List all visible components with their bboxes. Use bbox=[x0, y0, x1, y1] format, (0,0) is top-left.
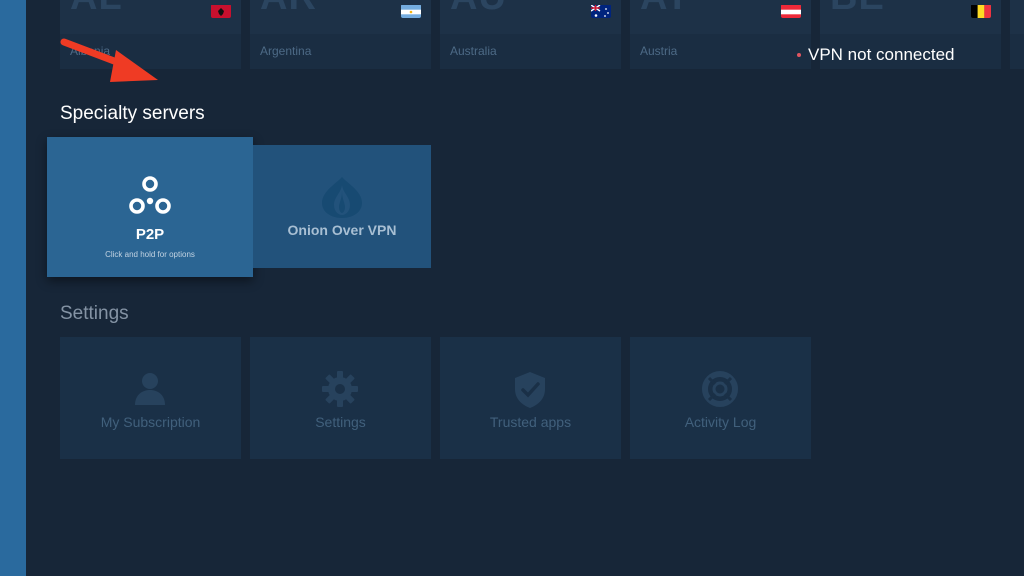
trusted-apps-label: Trusted apps bbox=[489, 414, 572, 430]
albania-flag-icon bbox=[211, 4, 231, 18]
p2p-icon bbox=[127, 175, 173, 221]
austria-flag-icon bbox=[781, 4, 801, 18]
vpn-status-text: VPN not connected bbox=[808, 45, 955, 64]
country-tile-partial[interactable] bbox=[1010, 0, 1024, 69]
australia-flag-icon bbox=[591, 4, 611, 18]
p2p-label: P2P bbox=[135, 226, 165, 243]
onion-icon bbox=[319, 175, 365, 223]
country-name-band bbox=[1010, 34, 1024, 69]
argentina-flag-icon bbox=[401, 4, 421, 18]
country-code: AR bbox=[260, 0, 317, 19]
country-code: AU bbox=[450, 0, 507, 19]
my-subscription-label: My Subscription bbox=[100, 414, 201, 430]
country-code: AT bbox=[640, 0, 690, 19]
settings-label: Settings bbox=[315, 414, 366, 430]
onion-over-vpn-label: Onion Over VPN bbox=[287, 222, 397, 238]
specialty-servers-title: Specialty servers bbox=[60, 103, 205, 124]
settings-section-title: Settings bbox=[60, 303, 129, 324]
activity-log-tile[interactable]: Activity Log bbox=[630, 337, 811, 459]
activity-log-label: Activity Log bbox=[684, 414, 757, 430]
annotation-arrow-icon bbox=[60, 38, 158, 82]
country-tile-austria[interactable]: AT Austria bbox=[630, 0, 811, 69]
vpn-status: VPN not connected bbox=[797, 45, 954, 65]
trusted-apps-tile[interactable]: Trusted apps bbox=[440, 337, 621, 459]
country-code: AL bbox=[70, 0, 123, 19]
country-tile-argentina[interactable]: AR Argentina bbox=[250, 0, 431, 69]
country-name: Australia bbox=[450, 44, 497, 58]
p2p-tile[interactable]: P2P Click and hold for options bbox=[47, 137, 253, 277]
country-name: Argentina bbox=[260, 44, 312, 58]
user-icon bbox=[132, 371, 168, 409]
country-code: BE bbox=[830, 0, 885, 19]
belgium-flag-icon bbox=[971, 4, 991, 18]
country-name: Austria bbox=[640, 44, 678, 58]
p2p-hint: Click and hold for options bbox=[105, 250, 195, 259]
shield-check-icon bbox=[512, 371, 548, 413]
lifebuoy-icon bbox=[702, 371, 738, 411]
country-tile-australia[interactable]: AU Australia bbox=[440, 0, 621, 69]
side-rail bbox=[0, 0, 26, 576]
onion-over-vpn-tile[interactable]: Onion Over VPN bbox=[253, 145, 431, 268]
my-subscription-tile[interactable]: My Subscription bbox=[60, 337, 241, 459]
gear-icon bbox=[322, 371, 358, 411]
status-dot-icon bbox=[797, 53, 801, 57]
settings-tile[interactable]: Settings bbox=[250, 337, 431, 459]
